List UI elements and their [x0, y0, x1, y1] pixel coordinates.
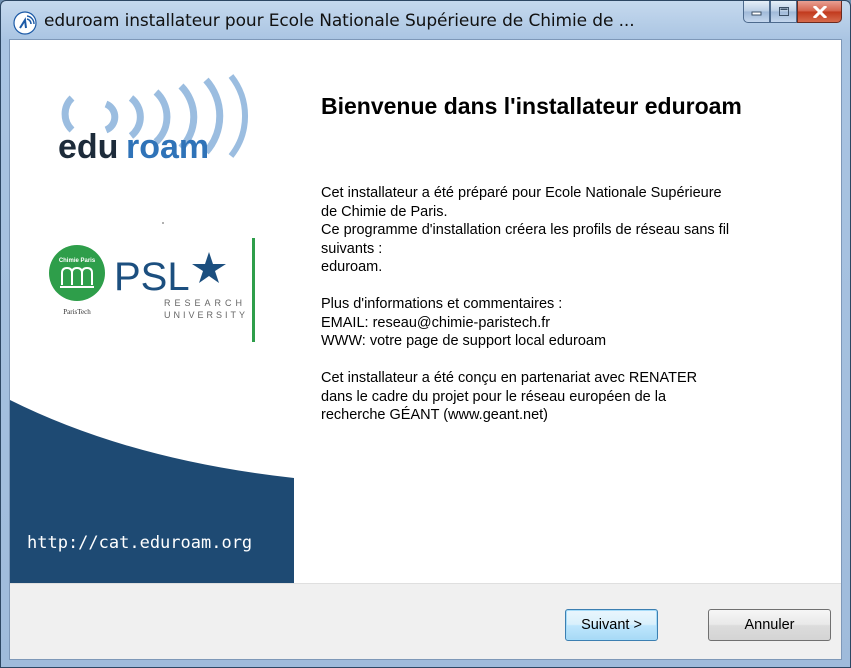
psl-logo: PSL RESEARCH UNIVERSITY	[114, 238, 255, 342]
caption-buttons	[743, 1, 842, 23]
welcome-description: Cet installateur a été préparé pour Ecol…	[321, 184, 831, 425]
welcome-heading: Bienvenue dans l'installateur eduroam	[321, 93, 742, 119]
partner-line: dans le cadre du projet pour le réseau e…	[321, 388, 667, 405]
desc-line: de Chimie de Paris.	[321, 203, 448, 220]
branding-panel: edu roam Chimie Paris ParisTech PSL RESE…	[10, 40, 294, 583]
installer-client-area: edu roam Chimie Paris ParisTech PSL RESE…	[9, 39, 842, 660]
desc-line: suivants :	[321, 240, 383, 257]
partner-line: recherche GÉANT (www.geant.net)	[321, 407, 548, 423]
title-bar[interactable]: eduroam installateur pour Ecole National…	[1, 1, 850, 39]
cancel-button[interactable]: Annuler	[708, 609, 831, 641]
maximize-icon	[778, 7, 789, 16]
desc-line: eduroam.	[321, 259, 383, 275]
psl-university: UNIVERSITY	[164, 310, 248, 320]
eduroam-wifi-icon	[13, 11, 37, 35]
branding-graphic: edu roam Chimie Paris ParisTech PSL RESE…	[10, 74, 294, 583]
welcome-panel: Bienvenue dans l'installateur eduroam Ce…	[294, 40, 841, 583]
email-line: EMAIL: reseau@chimie-paristech.fr	[321, 314, 551, 331]
window-title: eduroam installateur pour Ecole National…	[44, 11, 635, 31]
chimie-paristech-logo: Chimie Paris ParisTech	[49, 245, 105, 316]
close-button[interactable]	[797, 1, 842, 23]
desc-line: Ce programme d'installation créera les p…	[321, 222, 730, 238]
eduroam-logo: edu roam	[58, 74, 248, 166]
minimize-icon	[751, 11, 761, 15]
chimie-badge-top: Chimie Paris	[59, 258, 96, 264]
cat-url-text: http://cat.eduroam.org	[27, 533, 252, 553]
psl-name: PSL	[114, 255, 190, 299]
maximize-button[interactable]	[770, 1, 797, 23]
desc-line: Cet installateur a été préparé pour Ecol…	[321, 185, 722, 201]
www-line: WWW: votre page de support local eduroam	[321, 333, 607, 349]
eduroam-edu-text: edu	[58, 128, 118, 166]
eduroam-roam-text: roam	[126, 128, 209, 166]
info-line: Plus d'informations et commentaires :	[321, 296, 563, 312]
navy-swoosh	[10, 400, 294, 583]
next-button[interactable]: Suivant >	[565, 609, 658, 641]
chimie-badge-bottom: ParisTech	[63, 308, 91, 316]
partner-line: Cet installateur a été conçu en partenar…	[321, 370, 698, 386]
minimize-button[interactable]	[743, 1, 770, 23]
close-icon	[812, 5, 827, 18]
button-bar: Suivant > Annuler	[10, 583, 841, 659]
psl-research: RESEARCH	[164, 298, 246, 308]
installer-window: eduroam installateur pour Ecole National…	[0, 0, 851, 668]
